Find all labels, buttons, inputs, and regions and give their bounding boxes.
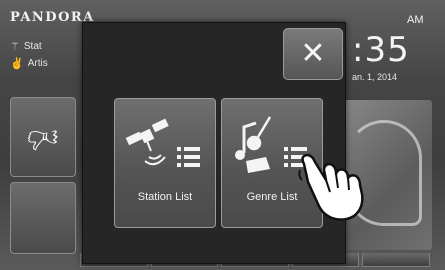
bottom-button[interactable] [362,253,430,267]
clock-ampm: AM [407,14,424,26]
artist-text: Artis [27,58,48,69]
station-list-label: Station List [137,191,193,203]
clock-time: :35 [352,30,410,70]
tapping-hand-icon [298,153,364,221]
station-antenna-icon: ⚚ [10,41,20,53]
artist-icon: ✌ [10,58,24,70]
close-button[interactable]: ✕ [283,28,343,80]
station-text: Stat [23,41,42,52]
station-list-button[interactable]: Station List [114,98,216,228]
clock-date: an. 1, 2014 [352,72,398,82]
thumbs-down-icon: 👍︎ [27,121,59,154]
station-line: ⚚ Stat [10,40,42,53]
thumbs-down-button[interactable]: 👍︎ [10,97,76,177]
satellite-list-icon [125,118,200,167]
close-icon: ✕ [300,36,326,71]
artist-line: ✌ Artis [10,57,48,70]
background-button[interactable] [10,182,76,254]
